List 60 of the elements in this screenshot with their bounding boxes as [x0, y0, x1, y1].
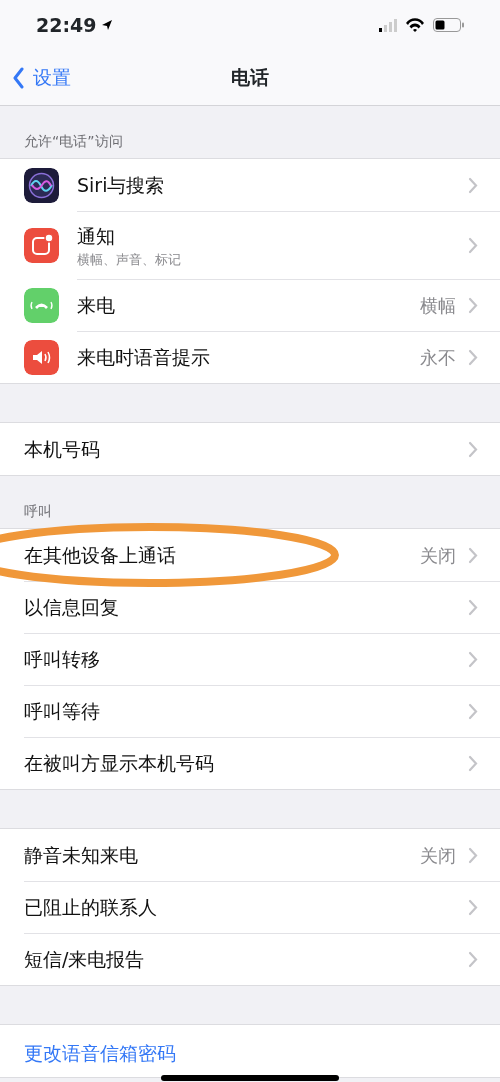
settings-row[interactable]: 通知 横幅、声音、标记	[0, 211, 500, 279]
chevron-icon	[468, 899, 478, 916]
row-label: 呼叫转移	[24, 647, 100, 673]
chevron-icon	[468, 599, 478, 616]
signal-icon	[379, 18, 397, 32]
section-header: 允许“电话”访问	[24, 132, 123, 151]
chevron-icon	[468, 297, 478, 314]
chevron-icon	[468, 755, 478, 772]
row-value: 关闭	[420, 543, 456, 568]
row-label: 在被叫方显示本机号码	[24, 751, 214, 777]
chevron-icon	[468, 349, 478, 366]
chevron-icon	[468, 546, 478, 564]
nav-title: 电话	[231, 66, 269, 89]
row-label: 本机号码	[24, 436, 100, 462]
settings-row[interactable]: 以信息回复	[0, 581, 500, 633]
chevron-icon	[468, 951, 478, 968]
row-label: 来电	[77, 293, 115, 319]
settings-row[interactable]: 静音未知来电 关闭	[0, 829, 500, 881]
row-label: 短信/来电报告	[24, 947, 145, 973]
row-label: Siri与搜索	[77, 172, 165, 198]
settings-row[interactable]: 更改语音信箱密码	[0, 1025, 500, 1077]
row-label: 通知	[77, 223, 116, 249]
location-icon	[100, 18, 115, 32]
row-label: 已阻止的联系人	[24, 895, 157, 921]
settings-row[interactable]: 本机号码	[0, 423, 500, 475]
battery-icon	[433, 18, 464, 32]
notification-icon	[24, 227, 59, 263]
settings-row[interactable]: 来电 横幅	[0, 279, 500, 331]
status-time: 22:49	[36, 12, 97, 38]
row-label: 在其他设备上通话	[24, 542, 176, 568]
settings-row[interactable]: 短信/来电报告	[0, 933, 500, 985]
settings-row[interactable]: 呼叫转移	[0, 633, 500, 685]
row-subtitle: 横幅、声音、标记	[77, 251, 181, 269]
settings-row[interactable]: Siri与搜索	[0, 159, 500, 211]
chevron-icon	[468, 440, 478, 458]
row-value: 横幅	[420, 294, 456, 318]
settings-row[interactable]: 已阻止的联系人	[0, 881, 500, 933]
chevron-icon	[468, 846, 478, 864]
phone-icon	[24, 287, 59, 323]
settings-row[interactable]: 呼叫等待	[0, 685, 500, 737]
row-label: 更改语音信箱密码	[24, 1040, 176, 1066]
chevron-icon	[468, 651, 478, 668]
chevron-icon	[468, 237, 478, 254]
row-value: 永不	[420, 346, 456, 370]
chevron-icon	[468, 176, 478, 194]
wifi-icon	[405, 18, 425, 32]
speaker-icon	[24, 339, 59, 375]
row-label: 以信息回复	[24, 595, 119, 621]
row-label: 呼叫等待	[24, 699, 100, 725]
back-chevron-icon	[12, 66, 25, 89]
row-label: 来电时语音提示	[77, 345, 210, 371]
chevron-icon	[468, 703, 478, 720]
siri-icon	[24, 167, 59, 203]
settings-row[interactable]: 在被叫方显示本机号码	[0, 737, 500, 789]
section-header: 呼叫	[24, 502, 52, 521]
row-label: 静音未知来电	[24, 842, 138, 868]
back-button[interactable]: 设置	[0, 63, 83, 92]
row-value: 关闭	[420, 843, 456, 868]
settings-row[interactable]: 来电时语音提示 永不	[0, 331, 500, 383]
settings-row[interactable]: 在其他设备上通话 关闭	[0, 529, 500, 581]
